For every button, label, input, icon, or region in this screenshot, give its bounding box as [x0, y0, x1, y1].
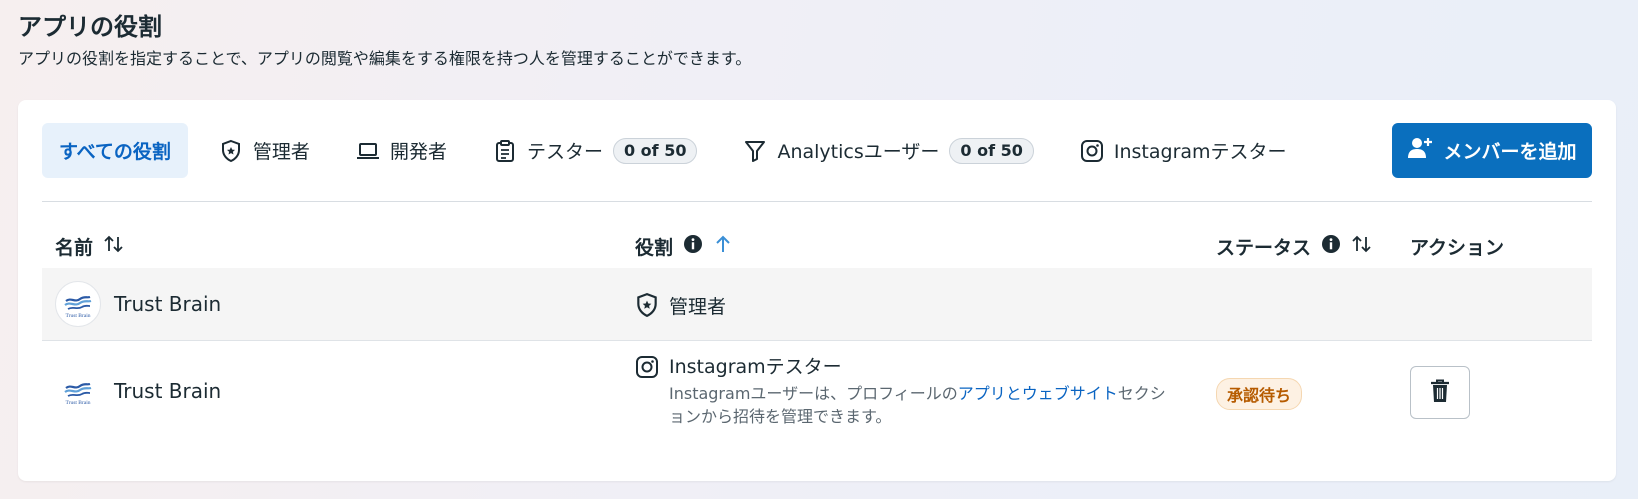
tab-label: 開発者	[389, 141, 447, 163]
table-header: 名前 役割 ステータス アクション	[42, 224, 1592, 268]
sort-ascending-icon[interactable]	[713, 234, 733, 259]
instagram-icon	[635, 355, 659, 383]
tab-label: 管理者	[252, 141, 310, 163]
column-header-role[interactable]: 役割	[635, 233, 733, 260]
svg-text:Trust Brain: Trust Brain	[65, 400, 90, 406]
tab-developer[interactable]: 開発者	[339, 123, 464, 178]
add-member-label: メンバーを追加	[1443, 141, 1577, 163]
sort-icon[interactable]	[103, 234, 125, 259]
column-header-status[interactable]: ステータス	[1216, 233, 1373, 260]
laptop-icon	[356, 139, 380, 163]
tester-count-badge: 0 of 50	[612, 137, 698, 164]
add-member-button[interactable]: メンバーを追加	[1392, 123, 1592, 178]
shield-star-icon	[635, 292, 659, 322]
tab-admin[interactable]: 管理者	[202, 123, 327, 178]
table-row: Trust Brain Trust Brain 管理者	[42, 268, 1592, 341]
instagram-icon	[1080, 139, 1104, 163]
tab-label: すべての役割	[59, 141, 171, 163]
trust-brain-logo: Trust Brain	[64, 382, 92, 406]
avatar: Trust Brain	[55, 281, 101, 327]
role-title: Instagramテスター	[669, 356, 842, 378]
page-header: アプリの役割 アプリの役割を指定することで、アプリの閲覧や編集をする権限を持つ人…	[18, 10, 751, 70]
column-label: 役割	[635, 236, 674, 259]
role-cell: Instagramテスター Instagramユーザーは、プロフィールのアプリと…	[635, 355, 1169, 428]
status-badge: 承認待ち	[1216, 378, 1303, 410]
tab-tester[interactable]: テスター 0 of 50	[476, 123, 715, 178]
delete-button[interactable]	[1410, 366, 1470, 419]
member-name: Trust Brain	[114, 292, 222, 316]
roles-card: すべての役割 管理者 開発者 テスター 0 of 50 Analyticsユーザ…	[18, 100, 1616, 481]
tab-label: Instagramテスター	[1113, 141, 1287, 163]
sort-icon[interactable]	[1351, 234, 1373, 259]
page-subtitle: アプリの役割を指定することで、アプリの閲覧や編集をする権限を持つ人を管理すること…	[18, 49, 752, 68]
info-icon[interactable]	[1321, 234, 1341, 259]
tab-all-roles[interactable]: すべての役割	[42, 123, 188, 178]
clipboard-icon	[493, 139, 517, 163]
page-title: アプリの役割	[18, 13, 162, 41]
role-description: Instagramユーザーは、プロフィールのアプリとウェブサイトセクションから招…	[669, 382, 1169, 428]
tab-label: Analyticsユーザー	[777, 141, 940, 163]
table-row: Trust Brain Trust Brain Instagramテスター In…	[42, 341, 1592, 441]
role-title: 管理者	[669, 295, 727, 318]
avatar: Trust Brain	[55, 368, 101, 414]
tab-instagram-tester[interactable]: Instagramテスター	[1063, 123, 1304, 178]
column-header-action: アクション	[1410, 233, 1504, 260]
info-icon[interactable]	[683, 234, 703, 259]
apps-websites-link[interactable]: アプリとウェブサイト	[958, 384, 1118, 403]
column-label: ステータス	[1216, 236, 1312, 259]
column-label: 名前	[55, 236, 94, 259]
add-user-icon	[1407, 136, 1433, 165]
tab-analytics-user[interactable]: Analyticsユーザー 0 of 50	[726, 123, 1050, 178]
role-tabs: すべての役割 管理者 開発者 テスター 0 of 50 Analyticsユーザ…	[42, 123, 1592, 178]
shield-star-icon	[219, 139, 243, 163]
role-desc-text: Instagramユーザーは、プロフィールの	[669, 384, 958, 403]
member-name: Trust Brain	[114, 379, 222, 403]
trash-icon	[1429, 378, 1451, 408]
tabs-divider	[42, 201, 1592, 202]
column-header-name[interactable]: 名前	[55, 233, 125, 260]
trust-brain-logo: Trust Brain	[64, 295, 92, 319]
tab-label: テスター	[526, 141, 603, 163]
svg-text:Trust Brain: Trust Brain	[65, 313, 90, 319]
analytics-count-badge: 0 of 50	[949, 137, 1034, 164]
role-cell: 管理者	[635, 292, 726, 322]
column-label: アクション	[1410, 236, 1505, 259]
funnel-icon	[743, 139, 767, 163]
